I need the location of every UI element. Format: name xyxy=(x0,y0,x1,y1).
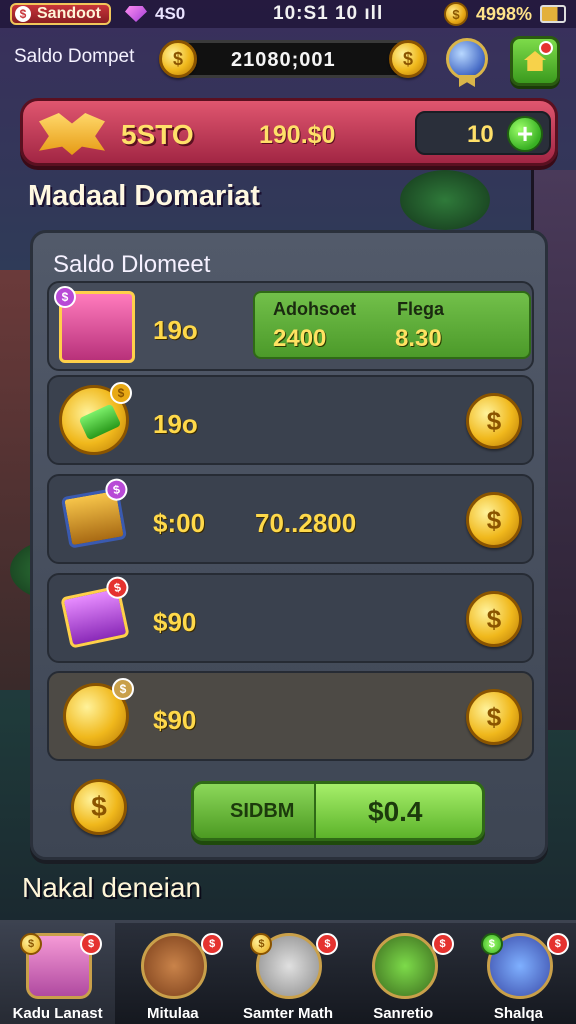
list-item[interactable]: $ 19o $ xyxy=(47,375,534,465)
home-button[interactable] xyxy=(510,36,560,86)
banner-amount: 190.$0 xyxy=(259,121,336,149)
bottom-title: Nakal deneian xyxy=(22,872,202,903)
bottom-nav: $ $ Kadu Lanast $ Mitulaa $ $ Samter Mat… xyxy=(0,920,576,1024)
nav-item-shop[interactable]: $ $ Kadu Lanast xyxy=(0,923,116,1024)
chart-icon xyxy=(141,933,208,999)
chest-icon: $ xyxy=(54,286,135,363)
coin-icon: $ xyxy=(20,933,42,955)
battery-icon xyxy=(540,5,566,23)
coin-icon[interactable]: $ xyxy=(466,492,522,548)
gift-box-icon: $ xyxy=(60,476,130,549)
status-right: $ 4998% xyxy=(443,2,566,26)
nav-item-wallet[interactable]: $ Sanretio xyxy=(346,923,461,1024)
panel-title: Saldo Dlomeet xyxy=(53,251,211,278)
list-item[interactable]: $ $:00 70..2800 $ xyxy=(47,474,534,564)
coin-percent: 4998% xyxy=(475,3,532,24)
medal-icon[interactable] xyxy=(446,38,488,80)
banner-count-box: 10 + xyxy=(415,111,551,155)
nav-label: Sanretio xyxy=(373,1005,434,1022)
card-value-2: 8.30 xyxy=(395,325,442,352)
notification-badge: $ xyxy=(431,933,454,955)
crossed-swords-icon xyxy=(39,113,105,155)
list-item[interactable]: $ 19o Adohsoet Flega 2400 8.30 xyxy=(47,281,534,371)
coin-icon: $ xyxy=(443,2,468,26)
coin-icon: $ xyxy=(480,933,503,955)
item-info-card: Adohsoet Flega 2400 8.30 xyxy=(253,291,531,359)
coin-icon[interactable]: $ xyxy=(466,393,522,449)
gem-icon xyxy=(125,6,147,22)
section-title: Madaal Domariat xyxy=(28,180,261,212)
coin-icon: $ xyxy=(71,779,127,835)
notification-dot xyxy=(539,41,553,55)
banner-label: 5STO xyxy=(121,119,194,150)
wallet-balance: 21080;001 xyxy=(231,49,336,71)
card-value-1: 2400 xyxy=(273,325,327,352)
item-tag: $ xyxy=(103,476,130,503)
item-tag: $ xyxy=(104,574,131,601)
cash-bundle-icon: $ xyxy=(59,382,132,455)
coin-icon[interactable]: $ xyxy=(466,689,522,745)
item-tag: $ xyxy=(112,678,134,700)
redeem-button[interactable]: SIDBM $0.4 xyxy=(191,781,485,841)
redeem-amount: $0.4 xyxy=(368,796,423,827)
status-time: 10:S1 10 ıll xyxy=(273,3,384,24)
redeem-label: SIDBM xyxy=(230,800,295,822)
wallet-row: Saldo Dompet $ 21080;001 $ xyxy=(0,34,576,86)
status-bar: $ Sandoot 4S0 10:S1 10 ıll $ 4998% xyxy=(0,0,576,28)
coin-icon: $ xyxy=(389,40,427,78)
item-value: $90 xyxy=(153,705,197,735)
nav-item-bag[interactable]: $ $ Shalqa xyxy=(461,923,576,1024)
item-value: 19o xyxy=(153,409,198,439)
card-header-1: Adohsoet xyxy=(273,299,356,319)
book-icon: $ xyxy=(60,574,131,649)
reward-banner: 5STO 190.$0 10 + xyxy=(20,98,558,166)
list-item[interactable]: $ $90 $ xyxy=(47,573,534,663)
nav-label: Samter Math xyxy=(242,1005,334,1022)
add-button[interactable]: + xyxy=(507,116,543,152)
item-mid-value: 70..2800 xyxy=(255,508,357,538)
nav-label: Mitulaa xyxy=(146,1005,199,1022)
item-tag: $ xyxy=(54,286,76,308)
coin-icon[interactable]: $ xyxy=(466,591,522,647)
status-left-text: 4S0 xyxy=(155,4,186,23)
wallet-balance-bar[interactable]: $ 21080;001 $ xyxy=(159,40,427,78)
item-value: $:00 xyxy=(153,508,206,538)
list-item[interactable]: $ $90 $ xyxy=(47,671,534,761)
nav-label: Kadu Lanast xyxy=(12,1005,103,1022)
cash-icon xyxy=(371,933,438,999)
item-value: $90 xyxy=(153,607,197,637)
nav-label: Shalqa xyxy=(493,1005,543,1022)
notification-badge: $ xyxy=(80,933,102,955)
card-header-2: Flega xyxy=(397,299,445,319)
nav-item-math[interactable]: $ $ Samter Math xyxy=(230,923,345,1024)
app-badge[interactable]: $ Sandoot xyxy=(10,3,111,25)
coin-icon: $ xyxy=(159,40,197,78)
app-logo-icon: $ xyxy=(15,6,31,22)
notification-badge: $ xyxy=(316,933,339,955)
item-value: 19o xyxy=(153,315,198,345)
notification-badge: $ xyxy=(201,933,224,955)
nav-item-market[interactable]: $ Mitulaa xyxy=(115,923,230,1024)
item-tag: $ xyxy=(110,382,132,404)
redeem-button-left: SIDBM xyxy=(194,784,316,838)
wallet-label: Saldo Dompet xyxy=(14,46,135,67)
app-name: Sandoot xyxy=(37,5,101,22)
banner-count: 10 xyxy=(467,121,494,148)
coin-stack-icon: $ xyxy=(63,678,134,749)
notification-badge: $ xyxy=(546,933,569,955)
background-palm xyxy=(400,170,490,230)
wallet-panel: Saldo Dlomeet $ 19o Adohsoet Flega 2400 … xyxy=(30,230,548,860)
